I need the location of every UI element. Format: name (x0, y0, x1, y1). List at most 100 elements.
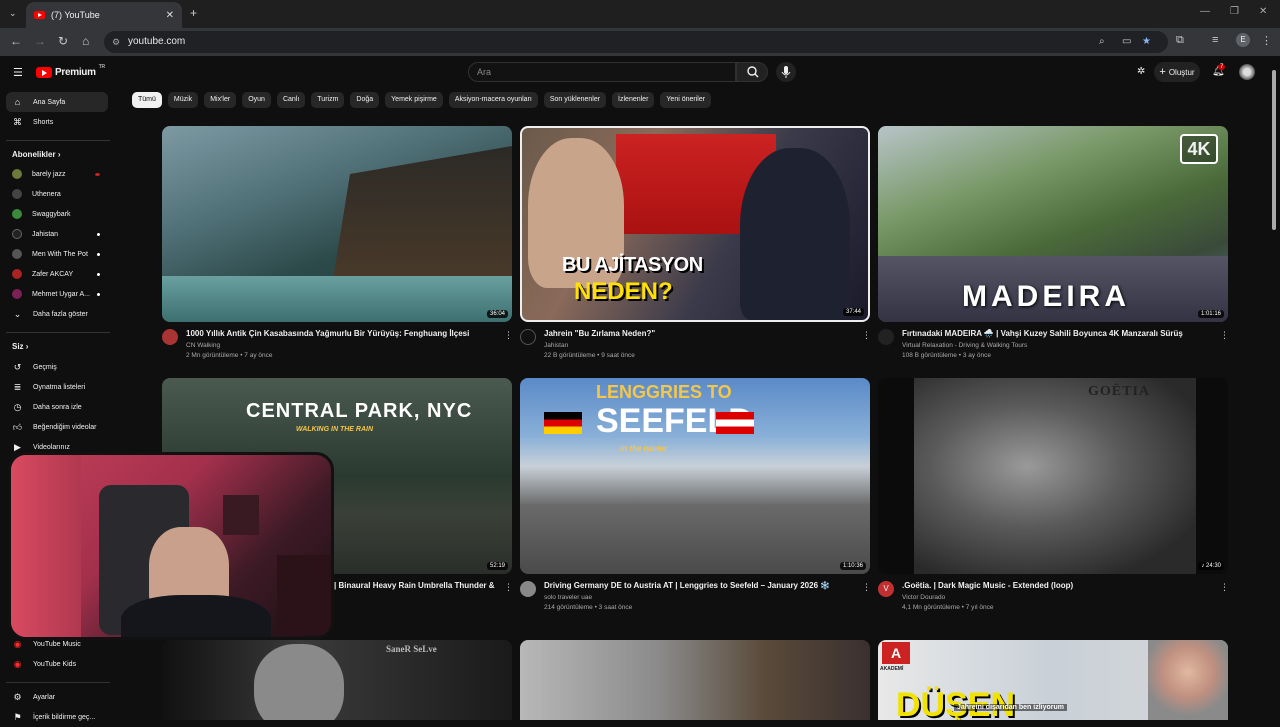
sidebar-item-settings[interactable]: ⚙ Ayarlar (6, 687, 108, 707)
profile-avatar[interactable]: E (1236, 33, 1250, 47)
sidebar-item-label: Beğendiğim videolar (33, 423, 97, 431)
new-tab-icon[interactable]: + (190, 6, 197, 20)
chip-nature[interactable]: Doğa (350, 92, 380, 108)
thumbnail-caption: SaneR SeLve (386, 644, 437, 654)
sidebar-item-home[interactable]: ⌂ Ana Sayfa (6, 92, 108, 112)
close-tab-icon[interactable]: ✕ (166, 10, 174, 21)
video-thumbnail[interactable]: GOËTIA ♪ 24:30 (878, 378, 1228, 574)
sidebar-item-report-history[interactable]: ⚑ İçerik bildirme geç... (6, 707, 108, 727)
sidebar-item-watch-later[interactable]: ◷ Daha sonra izle (6, 397, 108, 417)
video-title[interactable]: Driving Germany DE to Austria AT | Lengg… (544, 581, 864, 590)
sidebar-sub-barely-jazz[interactable]: barely jazz (6, 164, 108, 184)
zoom-icon[interactable]: ⌕ (1099, 31, 1105, 53)
channel-avatar[interactable] (878, 329, 894, 345)
channel-avatar[interactable] (520, 581, 536, 597)
browser-menu-icon[interactable]: ⋮ (1261, 34, 1272, 47)
home-browser-icon[interactable]: ⌂ (82, 34, 89, 48)
sidebar-show-more[interactable]: ⌄ Daha fazla göster (6, 304, 108, 324)
chip-tourism[interactable]: Turizm (311, 92, 345, 108)
video-thumbnail[interactable]: 36:04 (162, 126, 512, 322)
sidebar-item-playlists[interactable]: ≣ Oynatma listeleri (6, 377, 108, 397)
sidebar-sub-jahistan[interactable]: Jahistan (6, 224, 108, 244)
reload-icon[interactable]: ↻ (58, 34, 68, 48)
video-thumbnail[interactable]: LENGGRIES TO SEEFELD in the winter 1:10:… (520, 378, 870, 574)
chip-live[interactable]: Canlı (276, 92, 306, 108)
video-title[interactable]: Jahrein "Bu Zırlama Neden?" (544, 329, 864, 338)
page-scrollbar[interactable] (1272, 70, 1276, 230)
thumbnail-goat-artwork (914, 378, 1196, 574)
channel-name[interactable]: CN Walking (186, 342, 220, 349)
search-input[interactable]: Ara (468, 62, 736, 82)
you-title[interactable]: Siz › (12, 342, 28, 351)
channel-avatar[interactable]: V (878, 581, 894, 597)
video-title[interactable]: Fırtınadaki MADEIRA 🌧️ | Vahşi Kuzey Sah… (902, 329, 1222, 338)
sidebar-sub-uthenera[interactable]: Uthenera (6, 184, 108, 204)
video-thumbnail[interactable]: BU AJİTASYON NEDEN? 37:44 (520, 126, 870, 322)
sidebar-item-liked-videos[interactable]: 👍︎ Beğendiğim videolar (6, 417, 108, 437)
media-icon[interactable]: ≡ (1212, 34, 1218, 46)
tab-list-icon[interactable]: ⌄ (9, 8, 17, 19)
close-window-icon[interactable]: ✕ (1259, 6, 1267, 17)
chip-mixes[interactable]: Mix'ler (204, 92, 237, 108)
back-icon[interactable]: ← (10, 34, 22, 48)
sidebar-sub-swaggybark[interactable]: Swaggybark (6, 204, 108, 224)
create-label: Oluştur (1168, 67, 1195, 77)
more-options-icon[interactable]: ⋮ (504, 330, 513, 341)
sidebar-item-label: YouTube Music (33, 640, 81, 648)
channel-avatar[interactable] (520, 329, 536, 345)
chip-music[interactable]: Müzik (167, 92, 199, 108)
chip-all[interactable]: Tümü (132, 92, 162, 108)
search-button[interactable] (736, 62, 768, 82)
channel-name[interactable]: solo traveler uae (544, 594, 592, 601)
more-options-icon[interactable]: ⋮ (504, 582, 513, 593)
voice-search-button[interactable] (776, 62, 796, 82)
bookmark-star-icon[interactable]: ★ (1142, 31, 1151, 53)
cast-icon[interactable]: ▭ (1122, 31, 1131, 53)
sidebar-sub-mehmet-uygar[interactable]: Mehmet Uygar A... (6, 284, 108, 304)
channel-avatar[interactable] (162, 329, 178, 345)
account-avatar[interactable] (1239, 64, 1255, 80)
chip-watched[interactable]: İzlenenler (612, 92, 655, 108)
browser-tab[interactable]: (7) YouTube ✕ (26, 2, 182, 28)
youtube-logo[interactable]: Premium TR (36, 64, 105, 78)
more-options-icon[interactable]: ⋮ (862, 330, 871, 341)
chip-recently-uploaded[interactable]: Son yüklenenler (543, 92, 607, 108)
chip-new-to-you[interactable]: Yeni öneriler (660, 92, 712, 108)
create-button[interactable]: + Oluştur (1154, 62, 1200, 82)
video-thumbnail[interactable]: 4K MADEIRA 1:01:16 (878, 126, 1228, 322)
more-options-icon[interactable]: ⋮ (1220, 330, 1229, 341)
youtube-favicon-icon (34, 11, 45, 19)
video-title[interactable]: 1000 Yıllık Antik Çin Kasabasında Yağmur… (186, 329, 506, 338)
sidebar-sub-men-with-the-pot[interactable]: Men With The Pot (6, 244, 108, 264)
url-field[interactable]: ⚙ youtube.com ⌕ ▭ ★ (104, 31, 1168, 53)
chip-cooking[interactable]: Yemek pişirme (385, 92, 443, 108)
channel-name[interactable]: Jahistan (544, 342, 568, 349)
video-title[interactable]: | Binaural Heavy Rain Umbrella Thunder & (334, 581, 504, 590)
video-thumbnail[interactable]: A AKADEMİ DÜŞEN Jahreini dışarıdan ben i… (878, 640, 1228, 720)
sidebar-item-youtube-kids[interactable]: ◉ YouTube Kids (6, 654, 108, 674)
video-title[interactable]: .Goëtia. | Dark Magic Music - Extended (… (902, 581, 1222, 590)
restore-icon[interactable]: ❐ (1230, 6, 1239, 17)
sidebar-item-label: Men With The Pot (32, 250, 88, 258)
channel-avatar (12, 249, 22, 259)
sidebar-sub-zafer-akcay[interactable]: Zafer AKCAY (6, 264, 108, 284)
forward-icon[interactable]: → (34, 34, 46, 48)
extensions-icon[interactable]: ⧉ (1176, 34, 1184, 47)
more-options-icon[interactable]: ⋮ (1220, 582, 1229, 593)
channel-name[interactable]: Virtual Relaxation - Driving & Walking T… (902, 342, 1027, 349)
video-thumbnail[interactable] (520, 640, 870, 720)
sidebar-item-label: Mehmet Uygar A... (32, 290, 90, 298)
sidebar-item-shorts[interactable]: ⌘ Shorts (6, 112, 108, 132)
cast-gear-icon[interactable]: ✲ (1137, 66, 1145, 77)
chip-action-adventure[interactable]: Aksiyon-macera oyunları (448, 92, 538, 108)
live-subtitle: Jahreini dışarıdan ben izliyorum (954, 704, 1067, 711)
subscriptions-title[interactable]: Abonelikler › (12, 150, 60, 159)
video-thumbnail[interactable]: SaneR SeLve (162, 640, 512, 720)
more-options-icon[interactable]: ⋮ (862, 582, 871, 593)
minimize-icon[interactable]: — (1200, 6, 1210, 17)
hamburger-menu-icon[interactable]: ☰ (13, 66, 23, 79)
chip-gaming[interactable]: Oyun (242, 92, 271, 108)
site-info-icon[interactable]: ⚙ (112, 31, 120, 53)
channel-name[interactable]: Victor Dourado (902, 594, 945, 601)
sidebar-item-history[interactable]: ↺ Geçmiş (6, 357, 108, 377)
